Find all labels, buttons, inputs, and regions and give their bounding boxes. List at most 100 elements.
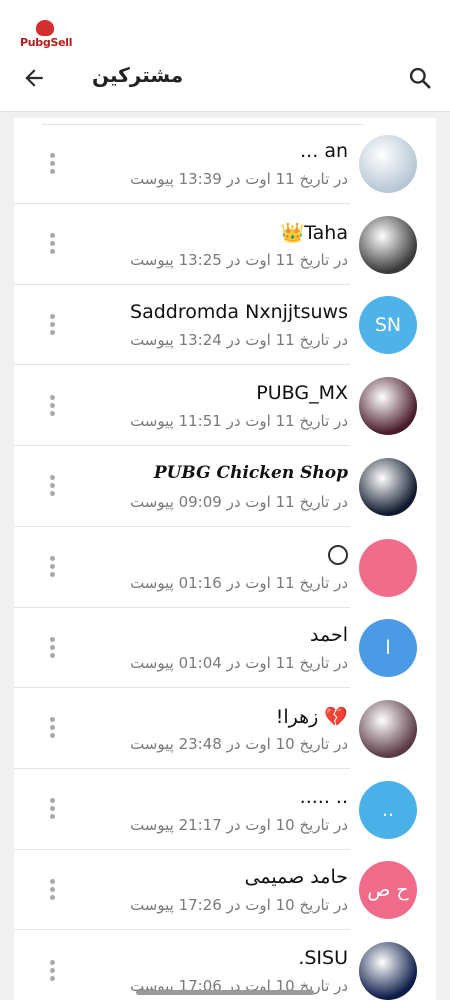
avatar-image[interactable] [359,457,417,516]
join-date: در تاریخ 10 اوت در 23:48 پیوست [130,734,348,753]
join-date: در تاریخ 10 اوت در 21:17 پیوست [130,815,348,834]
subscriber-row[interactable]: در تاریخ 11 اوت در 01:16 پیوست [14,527,436,608]
more-vert-icon[interactable] [42,710,62,746]
subscriber-row[interactable]: PUBG Chicken Shop در تاریخ 11 اوت در 09:0… [14,446,436,527]
avatar[interactable]: ا [359,619,417,678]
subscriber-name: an ... [300,140,348,162]
menu-dot [49,798,55,804]
subscriber-name: PUBG Chicken Shop [153,462,348,483]
avatar-image[interactable] [359,135,417,193]
menu-dot [49,644,55,650]
menu-dot [49,975,55,981]
avatar-initials: .. [381,798,395,821]
app-bar: PubgSell مشترکین [0,0,450,112]
menu-dot [49,652,55,658]
more-vert-icon[interactable] [42,791,62,827]
subscriber-name: PUBG_MX [256,382,348,405]
join-date: در تاریخ 11 اوت در 01:16 پیوست [130,573,348,592]
menu-dot [49,394,55,400]
subscriber-row[interactable]: Saddromda Nxnjjtsuws در تاریخ 11 اوت در 1… [14,284,436,366]
more-vert-icon[interactable] [42,306,62,342]
menu-dot [49,806,55,812]
menu-dot [49,410,55,416]
join-date: در تاریخ 11 اوت در 01:04 پیوست [130,654,348,673]
menu-dot [49,894,55,900]
avatar[interactable] [359,538,417,597]
brand-text: PubgSell [20,36,73,49]
menu-dot [49,168,55,174]
more-vert-icon[interactable] [42,871,62,907]
menu-dot [49,491,55,497]
menu-dot [49,725,55,731]
join-date: در تاریخ 11 اوت در 13:24 پیوست [130,331,348,350]
ring-icon [328,545,348,565]
subscriber-row[interactable]: .. ..... در تاریخ 10 اوت در 21:17 پیوست.. [14,769,436,850]
more-vert-icon[interactable] [42,226,62,262]
menu-dot [49,717,55,723]
menu-dot [49,572,55,577]
search-icon [409,67,431,89]
avatar[interactable]: SN [359,296,417,355]
menu-dot [49,249,55,255]
menu-dot [49,967,55,973]
avatar-initials: SN [374,314,402,337]
page-title: مشترکین [92,63,184,87]
menu-dot [49,483,55,489]
menu-dot [49,313,55,319]
more-vert-icon[interactable] [42,468,62,504]
menu-dot [49,152,55,158]
avatar[interactable]: .. [359,780,417,839]
more-vert-icon[interactable] [42,145,62,181]
more-vert-icon[interactable] [42,387,62,423]
menu-dot [49,556,55,561]
subscriber-name: .. ..... [299,785,348,808]
menu-dot [49,321,55,327]
avatar[interactable]: ح ص [359,861,417,920]
join-date: در تاریخ 11 اوت در 13:25 پیوست [130,250,348,269]
subscriber-row[interactable]: Taha👑 در تاریخ 11 اوت در 13:25 پیوست [14,204,436,285]
menu-dot [49,636,55,642]
subscriber-name: SISU. [298,947,348,969]
avatar-image[interactable] [359,942,417,1000]
arrow-left-icon [25,69,43,87]
avatar-initials: ح ص [367,879,409,902]
menu-dot [49,959,55,965]
join-date: در تاریخ 11 اوت در 09:09 پیوست [130,492,348,511]
avatar-image[interactable] [359,699,417,758]
more-vert-icon[interactable] [42,549,62,585]
subscriber-name: احمد [310,624,348,647]
subscriber-name: Saddromda Nxnjjtsuws [130,301,348,324]
menu-dot [49,160,55,166]
subscriber-row[interactable]: 💔 زهرا! در تاریخ 10 اوت در 23:48 پیوست [14,688,436,769]
menu-dot [49,733,55,739]
brand-logo: PubgSell [20,20,73,52]
subscriber-row[interactable]: حامد صمیمی در تاریخ 10 اوت در 17:26 پیوست… [14,849,436,931]
home-indicator [136,990,314,995]
avatar-image[interactable] [359,215,417,274]
subscriber-row[interactable]: PUBG_MX در تاریخ 11 اوت در 11:51 پیوست [14,365,436,447]
search-button[interactable] [404,62,436,94]
more-vert-icon[interactable] [42,952,62,988]
menu-dot [49,402,55,408]
join-date: در تاریخ 10 اوت در 17:26 پیوست [130,896,348,915]
menu-dot [49,886,55,892]
subscriber-name: Taha👑 [280,221,348,244]
subscriber-row[interactable]: an ... در تاریخ 11 اوت در 13:39 پیوست [14,123,436,204]
avatar-initials: ا [385,637,391,660]
menu-dot [49,329,55,335]
subscriber-name [328,544,348,566]
brand-badge-icon [36,20,54,36]
join-date: در تاریخ 11 اوت در 11:51 پیوست [130,412,348,431]
avatar-image[interactable] [359,377,417,436]
subscriber-name: 💔 زهرا! [275,705,348,728]
menu-dot [49,241,55,247]
menu-dot [49,564,55,569]
subscriber-row[interactable]: احمد در تاریخ 11 اوت در 01:04 پیوست ا [14,607,436,689]
subscriber-name: حامد صمیمی [244,866,348,889]
menu-dot [49,475,55,481]
join-date: در تاریخ 11 اوت در 13:39 پیوست [130,170,348,188]
menu-dot [49,233,55,239]
menu-dot [49,814,55,820]
back-button[interactable] [18,62,50,94]
more-vert-icon[interactable] [42,629,62,665]
